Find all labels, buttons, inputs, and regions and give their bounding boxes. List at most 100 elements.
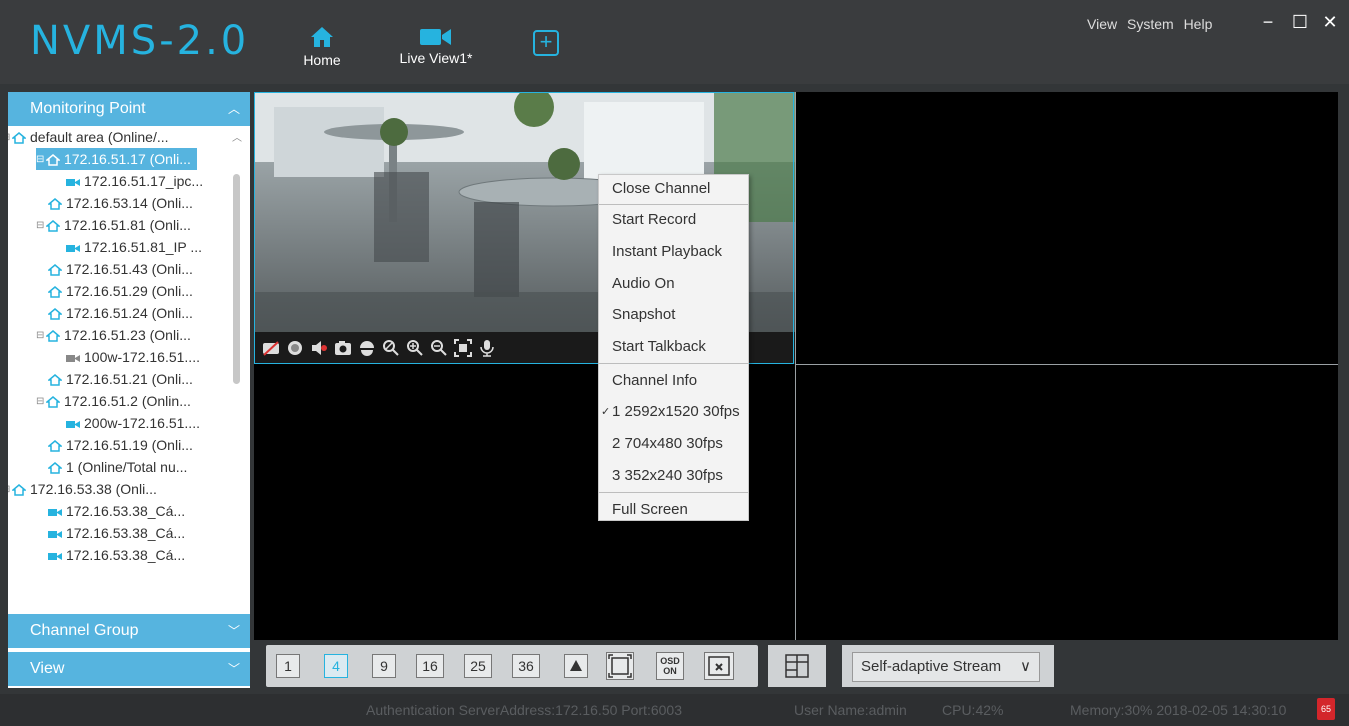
menu-item-snapshot[interactable]: Snapshot <box>599 301 748 329</box>
menu-system[interactable]: System <box>1127 16 1174 32</box>
tree-item-label: 172.16.51.29 (Onli... <box>66 283 193 299</box>
device-tree: ⊟default area (Online/...⊟172.16.51.17 (… <box>8 126 250 612</box>
tab-home-label: Home <box>303 52 341 68</box>
collapse-toggle-icon[interactable]: ⊟ <box>36 215 46 237</box>
context-menu: Close Channel Start Record Instant Playb… <box>598 174 749 521</box>
menu-item-full-screen[interactable]: Full Screen <box>599 496 748 524</box>
collapse-toggle-icon[interactable]: ⊟ <box>36 391 46 413</box>
triangle-up-icon <box>570 660 582 671</box>
video-grid <box>254 92 1338 640</box>
chevron-up-icon: ︿ <box>227 102 240 116</box>
zoom-reset-icon[interactable] <box>382 339 400 357</box>
zoom-in-icon[interactable] <box>406 339 424 357</box>
layout-9-button[interactable]: 9 <box>372 654 396 678</box>
tree-item[interactable]: 172.16.51.81_IP ... <box>66 236 202 258</box>
tree-item[interactable]: 172.16.53.14 (Onli... <box>48 192 193 214</box>
tab-home[interactable]: Home <box>292 0 352 84</box>
camera-icon <box>48 531 62 539</box>
tree-item[interactable]: 172.16.51.17_ipc... <box>66 170 203 192</box>
collapse-toggle-icon[interactable]: ⊟ <box>36 325 46 347</box>
camera-icon <box>66 421 80 429</box>
tree-item[interactable]: ⊟ 172.16.51.2 (Onlin... <box>36 390 191 412</box>
menu-item-channel-info[interactable]: Channel Info <box>599 367 748 395</box>
tree-item-label: 172.16.53.14 (Onli... <box>66 195 193 211</box>
close-stream-icon[interactable] <box>262 339 280 357</box>
osd-label: OSD <box>660 656 680 666</box>
tree-item[interactable]: ⊟ 172.16.51.81 (Onli... <box>36 214 191 236</box>
minimize-button[interactable]: − <box>1258 12 1278 33</box>
video-feed-channel-4[interactable] <box>796 365 1338 640</box>
tree-item[interactable]: 172.16.51.21 (Onli... <box>48 368 193 390</box>
layout-25-button[interactable]: 25 <box>464 654 492 678</box>
menu-item-stream-1[interactable]: ✓ 1 2592x1520 30fps <box>599 398 748 426</box>
fit-window-icon[interactable] <box>454 339 472 357</box>
home-icon <box>46 330 60 343</box>
stream-mode-select[interactable]: Self-adaptive Stream ∨ <box>852 652 1040 682</box>
menu-item-start-talkback[interactable]: Start Talkback <box>599 333 748 361</box>
tree-item[interactable]: 1 (Online/Total nu... <box>48 456 187 478</box>
tab-live-view[interactable]: Live View1* <box>393 0 479 84</box>
full-screen-button[interactable] <box>606 652 634 680</box>
scroll-up-icon[interactable]: ︿ <box>232 129 242 144</box>
tree-item[interactable]: 172.16.51.29 (Onli... <box>48 280 193 302</box>
osd-state: ON <box>663 666 677 676</box>
menu-item-stream-2[interactable]: 2 704x480 30fps <box>599 430 748 458</box>
menu-divider <box>599 204 748 205</box>
tree-item[interactable]: 100w-172.16.51.... <box>66 346 200 368</box>
audio-mute-icon[interactable] <box>310 339 328 357</box>
tree-item[interactable]: 172.16.53.38_Cá... <box>48 522 185 544</box>
camera-icon <box>48 553 62 561</box>
close-all-button[interactable] <box>704 652 734 680</box>
layout-1-button[interactable]: 1 <box>276 654 300 678</box>
menu-item-close-channel[interactable]: Close Channel <box>599 175 748 203</box>
alarm-badge[interactable]: 65 <box>1317 698 1335 720</box>
tree-item[interactable]: 172.16.51.24 (Onli... <box>48 302 193 324</box>
monitoring-point-header[interactable]: Monitoring Point ︿ <box>8 92 250 126</box>
menu-item-stream-3[interactable]: 3 352x240 30fps <box>599 462 748 490</box>
ptz-dome-icon[interactable] <box>358 339 376 357</box>
camera-offline-icon <box>66 355 80 363</box>
maximize-button[interactable]: ☐ <box>1290 12 1310 33</box>
layout-custom-button[interactable] <box>564 654 588 678</box>
home-icon <box>48 440 62 453</box>
tree-scrollbar[interactable] <box>233 174 240 384</box>
tree-item-label: 172.16.51.81 (Onli... <box>64 217 191 233</box>
channel-group-header[interactable]: Channel Group ﹀ <box>8 614 250 648</box>
top-menu: View System Help <box>1087 16 1218 32</box>
osd-toggle-button[interactable]: OSD ON <box>656 652 684 680</box>
tree-item[interactable]: ⊟ 172.16.51.17 (Onli... <box>36 148 197 170</box>
tree-item[interactable]: ⊟172.16.53.38 (Onli... <box>8 478 157 500</box>
collapse-toggle-icon[interactable]: ⊟ <box>36 149 46 171</box>
add-tab-button[interactable]: + <box>533 30 559 56</box>
tree-item-label: 172.16.53.38_Cá... <box>66 525 186 541</box>
tree-item[interactable]: 172.16.51.19 (Onli... <box>48 434 193 456</box>
layout-36-button[interactable]: 36 <box>512 654 540 678</box>
close-all-icon <box>708 656 730 676</box>
close-window-button[interactable]: ✕ <box>1320 12 1340 33</box>
menu-item-audio-on[interactable]: Audio On <box>599 270 748 298</box>
layout-16-button[interactable]: 16 <box>416 654 444 678</box>
microphone-icon[interactable] <box>478 339 496 357</box>
camera-icon <box>48 509 62 517</box>
menu-item-start-record[interactable]: Start Record <box>599 206 748 234</box>
save-view-button[interactable] <box>768 645 826 687</box>
tree-item[interactable]: 172.16.53.38_Cá... <box>48 544 185 566</box>
tree-item-label: 172.16.53.38 (Onli... <box>30 481 157 497</box>
snapshot-icon[interactable] <box>334 339 352 357</box>
tree-item[interactable]: 200w-172.16.51.... <box>66 412 200 434</box>
menu-view[interactable]: View <box>1087 16 1117 32</box>
tree-item[interactable]: ⊟ 172.16.51.23 (Onli... <box>36 324 191 346</box>
tree-item-label: default area (Online/... <box>30 129 169 145</box>
tree-item[interactable]: ⊟default area (Online/... <box>8 126 169 148</box>
tree-item[interactable]: 172.16.53.38_Cá... <box>48 500 185 522</box>
video-feed-channel-2[interactable] <box>796 92 1338 364</box>
layout-4-button[interactable]: 4 <box>324 654 348 678</box>
record-icon[interactable] <box>286 339 304 357</box>
menu-help[interactable]: Help <box>1184 16 1213 32</box>
tree-item[interactable]: 172.16.51.43 (Onli... <box>48 258 193 280</box>
view-header[interactable]: View ﹀ <box>8 652 250 686</box>
camera-icon <box>66 179 80 187</box>
menu-item-instant-playback[interactable]: Instant Playback <box>599 238 748 266</box>
zoom-out-icon[interactable] <box>430 339 448 357</box>
home-icon <box>12 132 26 145</box>
